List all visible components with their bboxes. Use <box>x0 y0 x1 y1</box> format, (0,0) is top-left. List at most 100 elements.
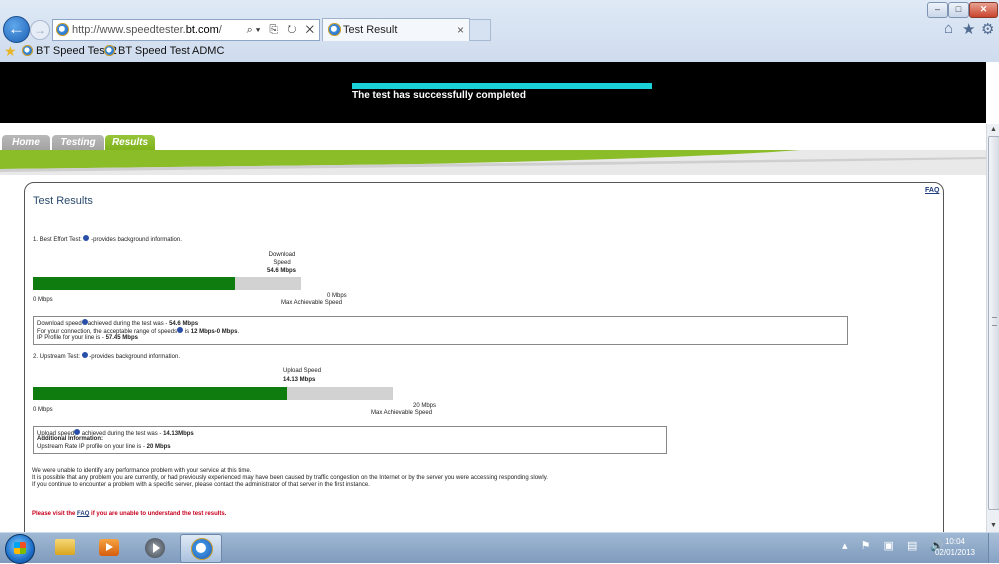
download-summary-line-3: IP Profile for your line is - 57.45 Mbps <box>37 335 138 341</box>
upload-max-label: Max Achievable Speed <box>371 410 433 416</box>
home-icon[interactable]: ⌂ <box>944 20 953 37</box>
internet-explorer-icon <box>191 538 213 560</box>
scrollbar-thumb[interactable] <box>988 136 999 510</box>
note-line: We were unable to identify any performan… <box>32 468 252 474</box>
ip-profile-value: 57.45 Mbps <box>105 335 138 341</box>
clock-time: 10:04 <box>944 537 966 546</box>
scrollbar-grip <box>992 317 997 326</box>
taskbar-internet-explorer-button[interactable] <box>180 534 222 563</box>
upload-achieved-value: 14.13Mbps <box>163 431 194 437</box>
upstream-heading-prefix: 2. Upstream Test: <box>33 354 80 360</box>
download-min-label: 0 Mbps <box>33 297 53 303</box>
test-progress-bar <box>352 83 652 89</box>
best-effort-heading: 1. Best Effort Test: -provides backgroun… <box>33 235 182 243</box>
header-swoosh-decoration <box>0 150 986 175</box>
upload-max-value: 20 Mbps <box>413 403 437 409</box>
upstream-heading: 2. Upstream Test: -provides background i… <box>33 352 180 360</box>
back-button[interactable]: ← <box>3 16 30 43</box>
download-speed-value: 54.6 Mbps <box>267 268 297 274</box>
favorite-favicon-icon <box>104 45 115 56</box>
best-effort-heading-suffix: -provides background information. <box>91 237 182 243</box>
url-prefix: http://www.speedtester. <box>72 24 186 36</box>
download-label-line2: Speed <box>273 260 291 266</box>
faq-help-note: Please visit the FAQ if you are unable t… <box>32 511 226 517</box>
maximize-button[interactable]: □ <box>948 2 969 18</box>
close-window-button[interactable]: ✕ <box>969 2 998 18</box>
tab-close-icon[interactable]: × <box>457 19 464 41</box>
favorite-link-bt-speed-test[interactable]: BT Speed Test <box>104 42 190 60</box>
note-line: It is possible that any problem you are … <box>32 475 548 481</box>
upstream-profile-text: Upstream Rate IP profile on your line is… <box>37 444 147 450</box>
taskbar-media-center-button[interactable] <box>88 534 128 561</box>
header-banner: The test has successfully completed <box>0 62 986 123</box>
page-title: Test Results <box>33 195 93 207</box>
url-text[interactable]: http://www.speedtester.bt.com/ <box>72 20 222 40</box>
notes-block: We were unable to identify any performan… <box>32 468 548 489</box>
info-icon[interactable] <box>81 352 88 358</box>
windows-logo-icon <box>14 542 26 554</box>
faq-help-link[interactable]: FAQ <box>77 511 89 517</box>
results-panel: FAQ Test Results 1. Best Effort Test: -p… <box>24 182 944 532</box>
settings-gear-icon[interactable]: ⚙ <box>981 20 994 38</box>
download-max-value: 0 Mbps <box>327 293 347 299</box>
upload-speed-bar <box>33 387 393 400</box>
forward-arrow-icon: → <box>34 23 46 37</box>
tab-title: Test Result <box>343 24 398 36</box>
upload-summary-box: Upload speed achieved during the test wa… <box>33 426 667 454</box>
url-domain: bt.com <box>185 24 219 36</box>
tab-testing[interactable]: Testing <box>52 135 104 150</box>
forward-button[interactable]: → <box>30 20 50 40</box>
acceptable-range-value: 12 Mbps-0 Mbps <box>190 329 238 335</box>
start-button[interactable] <box>5 534 35 564</box>
scroll-up-icon[interactable]: ▲ <box>987 124 999 136</box>
show-desktop-button[interactable] <box>988 533 999 563</box>
scroll-down-icon[interactable]: ▼ <box>987 520 999 532</box>
upstream-profile-value: 20 Mbps <box>146 444 171 450</box>
additional-information-heading: Additional Information: <box>37 436 103 442</box>
new-tab-button[interactable] <box>469 19 491 41</box>
acceptable-range-period: . <box>237 329 240 335</box>
taskbar: ▴ ⚑ ▣ ▤ 🔊 10:04 02/01/2013 <box>0 532 999 564</box>
folder-icon <box>55 539 75 555</box>
tab-results[interactable]: Results <box>105 135 155 150</box>
taskbar-explorer-button[interactable] <box>44 534 84 561</box>
media-center-icon <box>99 539 119 556</box>
best-effort-heading-prefix: 1. Best Effort Test: <box>33 237 82 243</box>
favorites-star-icon[interactable]: ★ <box>962 20 975 38</box>
favorite-link-admc[interactable]: ADMC <box>192 42 224 60</box>
download-label-line1: Download <box>268 252 296 258</box>
clock[interactable]: 10:04 02/01/2013 <box>930 536 980 558</box>
minimize-button[interactable]: – <box>927 2 948 18</box>
page-viewport: The test has successfully completed Home… <box>0 62 986 532</box>
favorite-link-bt-speed-test-2[interactable]: BT Speed Test 2 <box>22 42 117 60</box>
upload-speed-bar-fill <box>33 387 287 400</box>
download-speed-label: Download Speed <box>267 251 297 267</box>
faq-help-suffix: if you are unable to understand the test… <box>89 511 227 517</box>
address-bar[interactable]: http://www.speedtester.bt.com/ ⌕▾ ⎘ ↻ ✕ <box>52 19 320 41</box>
url-suffix: / <box>218 24 222 36</box>
acceptable-range-is: is <box>183 329 191 335</box>
vertical-scrollbar[interactable]: ▲ ▼ <box>986 124 999 532</box>
download-summary-line-2: For your connection, the acceptable rang… <box>37 327 239 335</box>
test-status-text: The test has successfully completed <box>352 90 526 101</box>
browser-chrome: ← → http://www.speedtester.bt.com/ ⌕▾ ⎘ … <box>0 0 999 62</box>
download-speed-bar-fill <box>33 277 235 290</box>
tab-home[interactable]: Home <box>2 135 50 150</box>
browser-tab-active[interactable]: Test Result × <box>322 18 470 41</box>
faq-link[interactable]: FAQ <box>925 187 939 194</box>
info-icon[interactable] <box>83 235 90 241</box>
download-max-label: Max Achievable Speed <box>281 300 343 306</box>
download-speed-bar <box>33 277 301 290</box>
upload-speed-value: 14.13 Mbps <box>283 377 316 383</box>
clock-date: 02/01/2013 <box>934 548 976 557</box>
ip-profile-text: IP Profile for your line is - <box>37 335 106 341</box>
address-tools[interactable]: ⌕▾ ⎘ ↻ ✕ <box>247 20 317 40</box>
site-favicon-icon <box>56 23 69 36</box>
favorite-label: BT Speed Test <box>118 45 190 57</box>
upstream-heading-suffix: -provides background information. <box>89 354 180 360</box>
back-arrow-icon: ← <box>8 19 25 38</box>
taskbar-media-player-button[interactable] <box>134 534 174 561</box>
note-line: If you continue to encounter a problem w… <box>32 482 370 488</box>
favorite-favicon-icon <box>22 45 33 56</box>
add-favorite-star-icon[interactable]: ★ <box>4 42 17 60</box>
